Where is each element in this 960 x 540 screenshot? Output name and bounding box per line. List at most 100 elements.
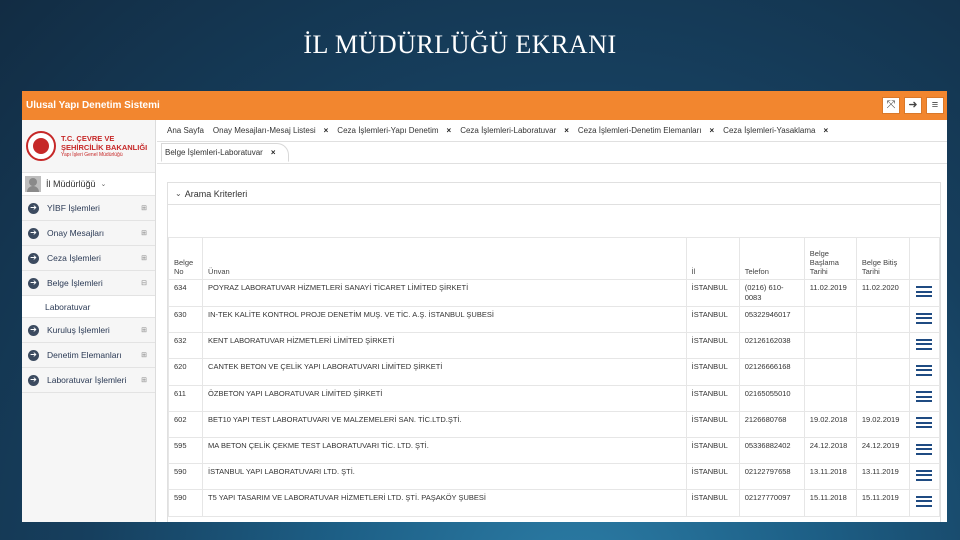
toolbar-icons: ⤧ ➜ ≡: [882, 97, 944, 114]
ministry-logo: T.C. ÇEVRE VE ŞEHİRCİLİK BAKANLIĞI Yapı …: [22, 120, 155, 172]
sidebar-item-laboratuvar[interactable]: ➔ Laboratuvar İşlemleri ⊞: [22, 368, 155, 393]
tab-ceza-yapi-denetim[interactable]: Ceza İşlemleri-Yapı Denetim ×: [337, 126, 451, 135]
table-cell: [803, 384, 857, 412]
table-cell: İSTANBUL YAPI LABORATUVARI LTD. ŞTİ.: [202, 463, 687, 491]
table-cell: İSTANBUL: [685, 305, 740, 334]
table-row[interactable]: 632 KENT LABORATUVAR HİZMETLERİ LİMİTED Ş…: [167, 332, 941, 360]
table-header-row: Belge No Ünvan İl Telefon Belge Başlama …: [167, 237, 941, 280]
table-row[interactable]: 634 POYRAZ LABORATUVAR HİZMETLERİ SANAYİ …: [167, 279, 941, 307]
list-icon[interactable]: [916, 469, 933, 481]
logo-line-1: T.C. ÇEVRE VE: [61, 133, 115, 143]
sidebar-item-yibf[interactable]: ➔ YİBF İşlemleri ⊞: [22, 196, 155, 221]
search-criteria-toggle[interactable]: ⌄ Arama Kriterleri: [168, 183, 940, 205]
table-cell: 13.11.2018: [803, 463, 857, 491]
tab-ana-sayfa[interactable]: Ana Sayfa: [167, 126, 204, 135]
logout-icon[interactable]: ➜: [904, 97, 922, 114]
list-icon[interactable]: [916, 338, 933, 350]
list-icon[interactable]: [916, 391, 933, 403]
list-icon[interactable]: [916, 495, 933, 507]
user-menu[interactable]: İl Müdürlüğü ⌄: [22, 172, 155, 196]
top-bar: Ulusal Yapı Denetim Sistemi ⤧ ➜ ≡: [22, 91, 947, 120]
col-header[interactable]: Belge No: [167, 237, 204, 280]
table-cell: POYRAZ LABORATUVAR HİZMETLERİ SANAYİ TİC…: [202, 279, 687, 307]
row-actions: [908, 332, 941, 360]
row-actions: [908, 489, 941, 517]
close-icon[interactable]: ×: [271, 148, 276, 157]
table-cell: 2126680768: [738, 410, 805, 438]
tab-bar: Ana Sayfa Onay Mesajları-Mesaj Listesi × …: [157, 120, 947, 142]
tab-ceza-yasaklama[interactable]: Ceza İşlemleri-Yasaklama ×: [723, 126, 828, 135]
table-cell: [803, 332, 857, 360]
sidebar-item-denetim[interactable]: ➔ Denetim Elemanları ⊞: [22, 343, 155, 368]
close-icon[interactable]: ×: [324, 126, 329, 135]
expand-icon: ⊞: [141, 255, 147, 262]
app-window: Ulusal Yapı Denetim Sistemi ⤧ ➜ ≡ T.C. Ç…: [22, 91, 947, 522]
table-cell: 590: [167, 489, 204, 517]
sidebar-item-label: YİBF İşlemleri: [47, 203, 100, 213]
expand-icon: ⊞: [141, 327, 147, 334]
sidebar-subitem-laboratuvar[interactable]: Laboratuvar: [22, 296, 155, 318]
close-icon[interactable]: ×: [824, 126, 829, 135]
table-cell: 15.11.2019: [855, 489, 910, 517]
table-cell: 05336882402: [738, 436, 805, 465]
table-row[interactable]: 602 BET10 YAPI TEST LABORATUVARI VE MALZE…: [167, 410, 941, 438]
tab-belge-laboratuvar[interactable]: Belge İşlemleri-Laboratuvar ×: [161, 143, 289, 162]
list-icon[interactable]: [916, 312, 933, 324]
table-cell: İSTANBUL: [685, 489, 740, 517]
tab-label: Ana Sayfa: [167, 126, 204, 135]
sidebar-item-label: Belge İşlemleri: [47, 278, 103, 288]
col-header[interactable]: Ünvan: [202, 237, 687, 280]
sidebar-item-kurulus[interactable]: ➔ Kuruluş İşlemleri ⊞: [22, 318, 155, 343]
table-cell: [803, 305, 857, 334]
table-cell: İSTANBUL: [685, 358, 740, 386]
table-cell: 24.12.2019: [855, 436, 910, 465]
tab-label: Ceza İşlemleri-Denetim Elemanları: [577, 126, 702, 135]
row-actions: [908, 279, 941, 307]
table-row[interactable]: 590 İSTANBUL YAPI LABORATUVARI LTD. ŞTİ. İ…: [167, 463, 941, 491]
tab-label: Ceza İşlemleri-Yapı Denetim: [337, 126, 439, 135]
table-cell: 05322946017: [738, 305, 805, 334]
table-cell: 19.02.2018: [803, 410, 857, 438]
table-row[interactable]: 620 CANTEK BETON VE ÇELİK YAPI LABORATUVA…: [167, 358, 941, 386]
list-icon[interactable]: [916, 286, 933, 297]
table-row[interactable]: 630 IN-TEK KALİTE KONTROL PROJE DENETİM M…: [167, 305, 941, 334]
close-icon[interactable]: ×: [710, 126, 715, 135]
tab-onay-mesajlari[interactable]: Onay Mesajları-Mesaj Listesi ×: [213, 126, 328, 135]
results-table: Belge No Ünvan İl Telefon Belge Başlama …: [167, 237, 941, 517]
sidebar-item-onay[interactable]: ➔ Onay Mesajları ⊞: [22, 221, 155, 246]
tab-ceza-laboratuvar[interactable]: Ceza İşlemleri-Laboratuvar ×: [460, 126, 569, 135]
close-icon[interactable]: ×: [447, 126, 452, 135]
col-header[interactable]: Belge Bitiş Tarihi: [855, 237, 910, 280]
col-header[interactable]: Telefon: [738, 237, 805, 280]
list-icon[interactable]: [916, 364, 933, 376]
table-row[interactable]: 611 ÖZBETON YAPI LABORATUVAR LİMİTED ŞİRK…: [167, 384, 941, 412]
col-header[interactable]: İl: [685, 237, 740, 280]
table-cell: İSTANBUL: [685, 384, 740, 412]
table-cell: IN-TEK KALİTE KONTROL PROJE DENETİM MUŞ.…: [202, 305, 687, 334]
col-header[interactable]: Belge Başlama Tarihi: [803, 237, 857, 280]
table-row[interactable]: 595 MA BETON ÇELİK ÇEKME TEST LABORATUVAR…: [167, 436, 941, 465]
table-cell: 24.12.2018: [803, 436, 857, 465]
fullscreen-icon[interactable]: ⤧: [882, 97, 900, 114]
table-cell: (0216) 610-0083: [738, 279, 805, 307]
table-cell: 11.02.2019: [803, 279, 857, 307]
table-cell: 590: [167, 463, 204, 491]
row-actions: [908, 463, 941, 491]
menu-icon[interactable]: ≡: [926, 97, 944, 114]
list-icon[interactable]: [916, 417, 933, 429]
table-cell: T5 YAPI TASARIM VE LABORATUVAR HİZMETLER…: [202, 489, 687, 517]
tab-label: Belge İşlemleri-Laboratuvar: [165, 148, 263, 157]
close-icon[interactable]: ×: [564, 126, 569, 135]
table-cell: 02126162038: [738, 332, 805, 360]
table-row[interactable]: 590 T5 YAPI TASARIM VE LABORATUVAR HİZMET…: [167, 489, 941, 517]
arrow-circle-icon: ➔: [28, 374, 39, 386]
table-cell: 632: [167, 332, 204, 360]
tab-label: Onay Mesajları-Mesaj Listesi: [212, 126, 316, 135]
user-name: İl Müdürlüğü: [46, 179, 96, 189]
tab-label: Ceza İşlemleri-Yasaklama: [723, 126, 816, 135]
list-icon[interactable]: [916, 443, 933, 455]
tab-ceza-denetim-elemanlari[interactable]: Ceza İşlemleri-Denetim Elemanları ×: [578, 126, 714, 135]
sidebar-item-belge[interactable]: ➔ Belge İşlemleri ⊟: [22, 271, 155, 296]
sidebar-item-label: Ceza İşlemleri: [47, 253, 101, 263]
sidebar-item-ceza[interactable]: ➔ Ceza İşlemleri ⊞: [22, 246, 155, 271]
